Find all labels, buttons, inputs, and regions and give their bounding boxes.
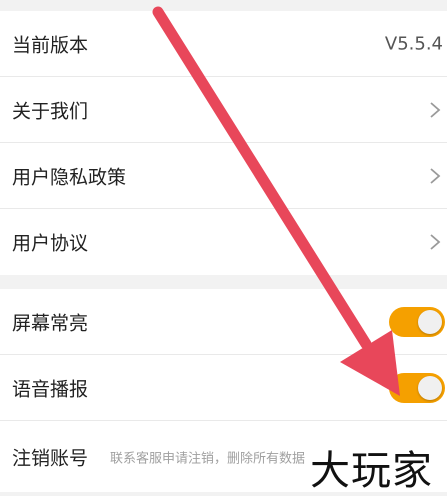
chevron-right-icon (430, 234, 441, 250)
user-agreement-label: 用户协议 (12, 232, 89, 255)
voice-broadcast-toggle[interactable] (389, 372, 445, 403)
user-agreement-row[interactable]: 用户协议 (0, 209, 447, 275)
chevron-right-icon (430, 167, 441, 184)
watermark-logo: 大玩家 (310, 448, 433, 494)
screen-on-label: 屏幕常亮 (12, 312, 89, 334)
voice-broadcast-label: 语音播报 (12, 378, 89, 400)
version-label: 当前版本 (12, 34, 89, 56)
privacy-policy-label: 用户隐私政策 (12, 166, 127, 188)
cancel-account-hint: 联系客服申请注销，删除所有数据 (110, 451, 306, 466)
cancel-account-label: 注销账号 (12, 447, 89, 469)
screen-on-toggle[interactable] (389, 306, 445, 337)
toggle-knob (418, 309, 442, 334)
about-us-row[interactable]: 关于我们 (0, 77, 447, 143)
chevron-right-icon (430, 101, 441, 118)
version-value: V5.5.4 (384, 33, 443, 54)
version-row: 当前版本 V5.5.4 (0, 11, 447, 77)
about-us-label: 关于我们 (12, 100, 89, 122)
voice-broadcast-row: 语音播报 (0, 355, 447, 421)
screen-on-row: 屏幕常亮 (0, 289, 447, 355)
toggle-knob (418, 375, 442, 400)
privacy-policy-row[interactable]: 用户隐私政策 (0, 143, 447, 209)
